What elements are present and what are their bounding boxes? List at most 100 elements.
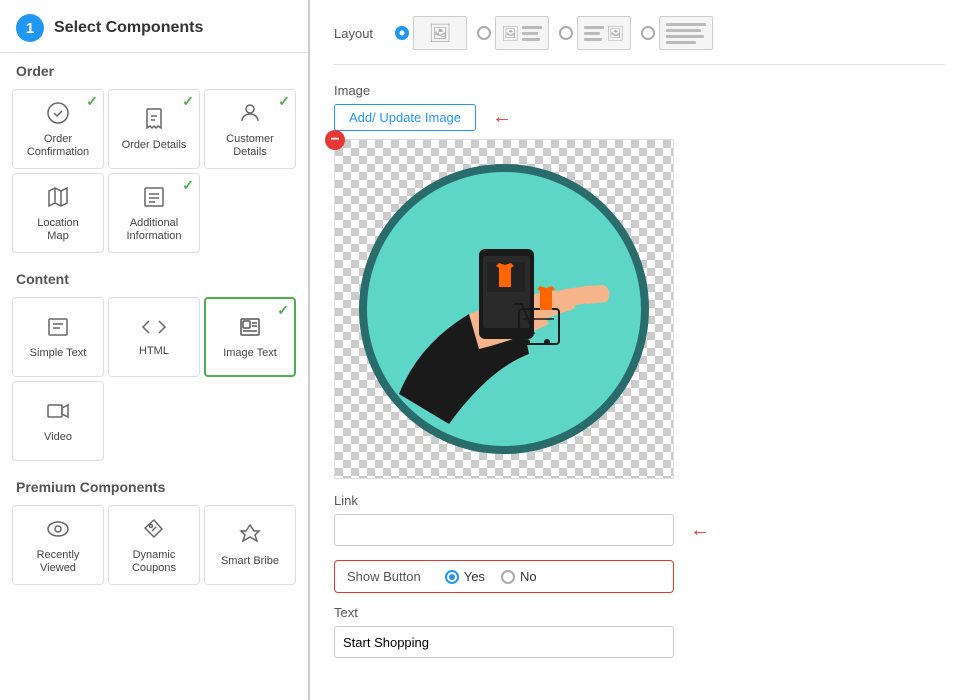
order-details-icon xyxy=(142,107,166,135)
layout-preview-1-icon: 🖼 xyxy=(429,23,452,44)
layout-radio-4[interactable] xyxy=(641,26,655,40)
html-icon xyxy=(141,317,167,341)
sidebar-item-additional-information[interactable]: ✓ AdditionalInformation xyxy=(108,173,200,253)
image-upload-area: − xyxy=(334,139,674,479)
check-badge: ✓ xyxy=(278,93,290,110)
check-badge: ✓ xyxy=(277,302,289,319)
location-map-label: LocationMap xyxy=(37,217,79,243)
no-radio[interactable] xyxy=(501,570,515,584)
image-label: Image xyxy=(334,83,945,98)
layout-label: Layout xyxy=(334,26,379,41)
left-panel: 1 Select Components Order ✓ OrderConfirm… xyxy=(0,0,310,700)
image-text-icon xyxy=(238,315,262,343)
image-section: Image Add/ Update Image ← − xyxy=(334,83,945,479)
add-update-image-button[interactable]: Add/ Update Image xyxy=(334,104,476,131)
customer-details-icon xyxy=(238,101,262,129)
content-grid: Simple Text HTML ✓ Image Text xyxy=(0,293,308,469)
right-panel: Layout 🖼 🖼 xyxy=(310,0,969,700)
link-section: Link ← xyxy=(334,493,945,546)
location-map-icon xyxy=(46,185,70,213)
smart-bribe-icon xyxy=(238,523,262,551)
lp-line xyxy=(584,38,602,41)
sidebar-item-image-text[interactable]: ✓ Image Text xyxy=(204,297,296,377)
layout-option-4[interactable] xyxy=(641,16,713,50)
sidebar-item-html[interactable]: HTML xyxy=(108,297,200,377)
product-svg xyxy=(389,194,619,424)
product-image xyxy=(359,164,649,454)
layout-radio-3[interactable] xyxy=(559,26,573,40)
layout-preview-3: 🖼 xyxy=(577,16,631,50)
remove-image-button[interactable]: − xyxy=(325,130,345,150)
recently-viewed-icon xyxy=(46,517,70,545)
lp-line xyxy=(666,23,706,26)
customer-details-label: CustomerDetails xyxy=(226,133,274,159)
layout-preview-2: 🖼 xyxy=(495,16,549,50)
no-label: No xyxy=(520,569,537,584)
step-title: Select Components xyxy=(54,19,203,37)
text-section: Text xyxy=(334,605,945,658)
link-input[interactable] xyxy=(334,514,674,546)
show-button-section: Show Button Yes No xyxy=(334,560,674,593)
arrow-right-icon: ← xyxy=(492,106,512,129)
order-details-label: Order Details xyxy=(122,139,187,152)
yes-radio[interactable] xyxy=(445,570,459,584)
recently-viewed-label: RecentlyViewed xyxy=(37,549,80,575)
text-label: Text xyxy=(334,605,945,620)
layout-row: Layout 🖼 🖼 xyxy=(334,16,945,65)
layout-preview-4-lines xyxy=(666,23,706,44)
premium-section-label: Premium Components xyxy=(0,469,308,501)
layout-preview-4 xyxy=(659,16,713,50)
lp-line xyxy=(522,26,542,29)
text-input[interactable] xyxy=(334,626,674,658)
layout-preview-1: 🖼 xyxy=(413,16,467,50)
video-label: Video xyxy=(44,431,72,444)
layout-radio-2[interactable] xyxy=(477,26,491,40)
dynamic-coupons-icon xyxy=(142,517,166,545)
yes-radio-option[interactable]: Yes xyxy=(445,569,485,584)
order-section-label: Order xyxy=(0,53,308,85)
check-badge: ✓ xyxy=(86,93,98,110)
sidebar-item-order-confirmation[interactable]: ✓ OrderConfirmation xyxy=(12,89,104,169)
order-grid: ✓ OrderConfirmation ✓ Order Details xyxy=(0,85,308,261)
simple-text-icon xyxy=(46,315,70,343)
show-button-label: Show Button xyxy=(347,569,421,584)
image-text-label: Image Text xyxy=(223,347,277,360)
no-radio-option[interactable]: No xyxy=(501,569,537,584)
step-number: 1 xyxy=(16,14,44,42)
sidebar-item-smart-bribe[interactable]: Smart Bribe xyxy=(204,505,296,585)
layout-preview-2-img: 🖼 xyxy=(502,25,520,42)
layout-radio-1[interactable] xyxy=(395,26,409,40)
order-confirmation-icon xyxy=(46,101,70,129)
lp-line xyxy=(666,29,701,32)
layout-preview-2-lines xyxy=(522,26,542,41)
lp-line xyxy=(522,32,538,35)
sidebar-item-recently-viewed[interactable]: RecentlyViewed xyxy=(12,505,104,585)
premium-grid: RecentlyViewed DynamicCoupons Smart Brib… xyxy=(0,501,308,593)
simple-text-label: Simple Text xyxy=(30,347,87,360)
sidebar-item-order-details[interactable]: ✓ Order Details xyxy=(108,89,200,169)
lp-line xyxy=(666,41,696,44)
lp-line xyxy=(584,32,600,35)
layout-preview-3-img: 🖼 xyxy=(607,25,625,42)
image-canvas xyxy=(335,140,673,478)
check-badge: ✓ xyxy=(182,93,194,110)
layout-option-1[interactable]: 🖼 xyxy=(395,16,467,50)
sidebar-item-dynamic-coupons[interactable]: DynamicCoupons xyxy=(108,505,200,585)
layout-option-2[interactable]: 🖼 xyxy=(477,16,549,50)
yes-label: Yes xyxy=(464,569,485,584)
arrow-right-link-icon: ← xyxy=(690,519,710,542)
additional-info-icon xyxy=(142,185,166,213)
sidebar-item-customer-details[interactable]: ✓ CustomerDetails xyxy=(204,89,296,169)
html-label: HTML xyxy=(139,345,169,358)
smart-bribe-label: Smart Bribe xyxy=(221,555,279,568)
order-confirmation-label: OrderConfirmation xyxy=(27,133,89,159)
content-section-label: Content xyxy=(0,261,308,293)
additional-info-label: AdditionalInformation xyxy=(126,217,181,243)
dynamic-coupons-label: DynamicCoupons xyxy=(132,549,176,575)
sidebar-item-location-map[interactable]: LocationMap xyxy=(12,173,104,253)
sidebar-item-video[interactable]: Video xyxy=(12,381,104,461)
video-icon xyxy=(46,399,70,427)
sidebar-item-simple-text[interactable]: Simple Text xyxy=(12,297,104,377)
layout-option-3[interactable]: 🖼 xyxy=(559,16,631,50)
step-header: 1 Select Components xyxy=(0,0,308,53)
